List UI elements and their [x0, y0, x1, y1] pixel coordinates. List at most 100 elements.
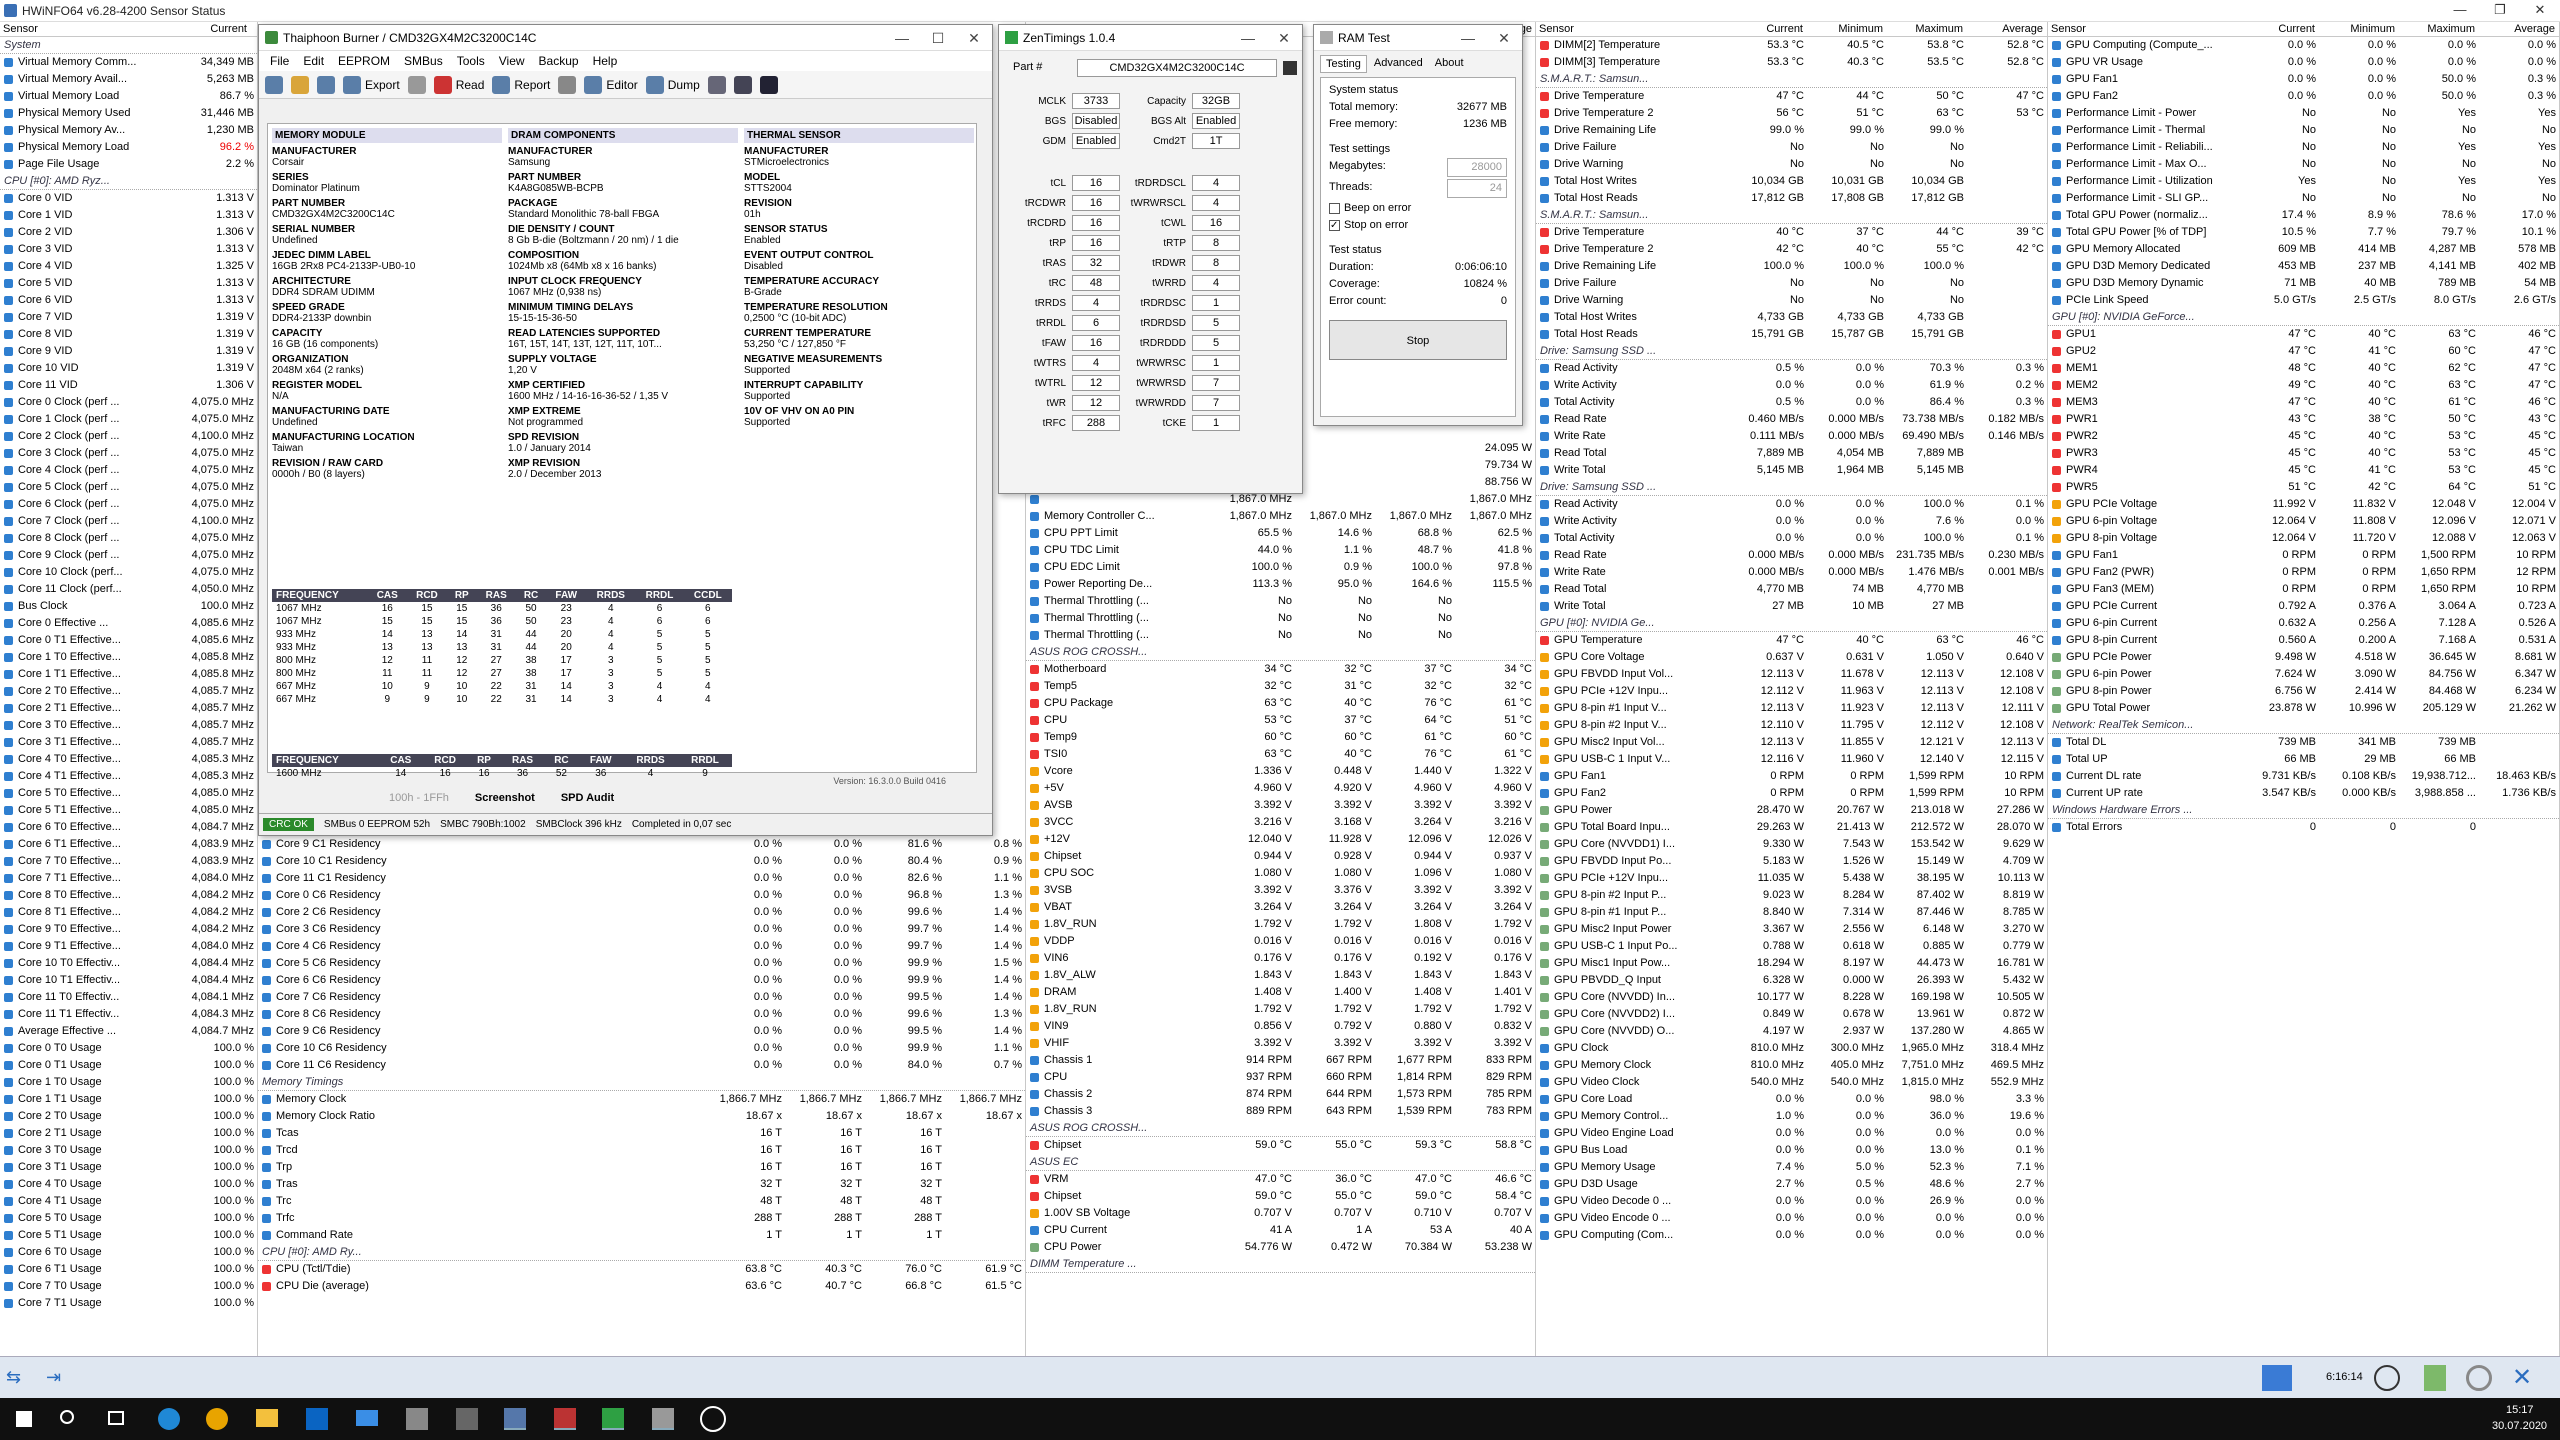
sensor-row[interactable]: GPU PCIe Voltage 11.992 V 11.832 V 12.048 V… — [2048, 496, 2559, 513]
sensor-row[interactable]: AVSB 3.392 V 3.392 V 3.392 V 3.392 V — [1026, 797, 1535, 814]
sensor-row[interactable]: 3VSB 3.392 V 3.376 V 3.392 V 3.392 V — [1026, 882, 1535, 899]
sensor-row[interactable]: Core 2 Clock (perf ... 4,100.0 MHz — [0, 428, 257, 445]
sensor-row[interactable]: CPU Current 41 A1 A 53 A 40 A — [1026, 1222, 1535, 1239]
lock-icon[interactable] — [407, 75, 426, 94]
sensor-row[interactable]: Drive Warning No No No — [1536, 156, 2047, 173]
sensor-row[interactable]: Write Rate 0.111 MB/s 0.000 MB/s 69.490 MB/… — [1536, 428, 2047, 445]
sensor-group-header[interactable]: ASUS ROG CROSSH... — [1026, 1120, 1535, 1137]
sensor-row[interactable]: Chassis 3 889 RPM 643 RPM 1,539 RPM 783 RPM — [1026, 1103, 1535, 1120]
sensor-row[interactable]: GPU Core (NVVDD1) I... 9.330 W 7.543 W 153.… — [1536, 836, 2047, 853]
sensor-row[interactable]: Core 7 T1 Effective... 4,084.0 MHz — [0, 870, 257, 887]
sensor-group-header[interactable]: S.M.A.R.T.: Samsun... — [1536, 71, 2047, 88]
column-header[interactable]: SensorCurrentMinimumMaximumAverage — [1536, 22, 2047, 37]
sensor-row[interactable]: GPU Misc2 Input Power 3.367 W 2.556 W 6.148… — [1536, 921, 2047, 938]
threads-field[interactable]: 24 — [1447, 179, 1507, 198]
sensor-row[interactable]: CPU EDC Limit 100.0 % 0.9 % 100.0 % 97.8 % — [1026, 559, 1535, 576]
sensor-row[interactable]: Core 9 C6 Residency 0.0 % 0.0 % 99.5 % 1.4 % — [258, 1023, 1025, 1040]
chip-icon[interactable] — [733, 75, 752, 94]
sensor-row[interactable]: Core 2 C6 Residency 0.0 % 0.0 % 99.6 % 1.4 % — [258, 904, 1025, 921]
sensor-row[interactable]: Physical Memory Load 96.2 % — [0, 139, 257, 156]
sensor-row[interactable]: Core 10 VID 1.319 V — [0, 360, 257, 377]
sensor-row[interactable]: GPU Fan2 0.0 % 0.0 % 50.0 % 0.3 % — [2048, 88, 2559, 105]
sensor-row[interactable]: Core 8 T1 Effective... 4,084.2 MHz — [0, 904, 257, 921]
sensor-row[interactable]: Core 6 T0 Effective... 4,084.7 MHz — [0, 819, 257, 836]
sensor-row[interactable]: DIMM[2] Temperature 53.3 °C 40.5 °C 53.8 °C… — [1536, 37, 2047, 54]
sensor-row[interactable]: GPU D3D Usage 2.7 % 0.5 % 48.6 % 2.7 % — [1536, 1176, 2047, 1193]
sensor-row[interactable]: GPU 8-pin #1 Input V... 12.113 V 11.923 V1… — [1536, 700, 2047, 717]
sensor-row[interactable]: Total GPU Power (normaliz... 17.4 % 8.9 % 7… — [2048, 207, 2559, 224]
sensor-row[interactable]: PWR4 45 °C 41 °C 53 °C 45 °C — [2048, 462, 2559, 479]
nav-left-icon[interactable]: ⇆ — [6, 1367, 21, 1388]
sensor-row[interactable]: GPU 8-pin #2 Input P... 9.023 W 8.284 W 87.… — [1536, 887, 2047, 904]
sensor-row[interactable]: Chassis 2 874 RPM 644 RPM 1,573 RPM 785 RPM — [1026, 1086, 1535, 1103]
sensor-row[interactable]: GPU USB-C 1 Input Po... 0.788 W 0.618 W 0.8… — [1536, 938, 2047, 955]
sensor-row[interactable]: Core 7 VID 1.319 V — [0, 309, 257, 326]
sensor-row[interactable]: Drive Temperature 2 42 °C 40 °C 55 °C 42 °C — [1536, 241, 2047, 258]
sensor-row[interactable]: Performance Limit - Max O... No No No No — [2048, 156, 2559, 173]
sensor-row[interactable]: Drive Temperature 2 56 °C 51 °C 63 °C 53 °C — [1536, 105, 2047, 122]
sensor-row[interactable]: Core 3 VID 1.313 V — [0, 241, 257, 258]
sensor-row[interactable]: Performance Limit - Thermal No No No No — [2048, 122, 2559, 139]
sensor-row[interactable]: Power Reporting De... 113.3 % 95.0 % 164.6 … — [1026, 576, 1535, 593]
sensor-row[interactable]: GPU Core (NVVDD) In... 10.177 W 8.228 W 169… — [1536, 989, 2047, 1006]
save-icon[interactable] — [317, 75, 335, 94]
hwinfo-task-icon[interactable] — [504, 1408, 526, 1430]
sensor-row[interactable]: Core 7 Clock (perf ... 4,100.0 MHz — [0, 513, 257, 530]
sensor-row[interactable]: Vcore 1.336 V 0.448 V 1.440 V 1.322 V — [1026, 763, 1535, 780]
menu-item[interactable]: Edit — [296, 51, 331, 71]
sensor-row[interactable]: Core 6 C6 Residency 0.0 % 0.0 % 99.9 % 1.4 % — [258, 972, 1025, 989]
sensor-row[interactable]: GPU Core Load 0.0 % 0.0 % 98.0 % 3.3 % — [1536, 1091, 2047, 1108]
chrome-icon[interactable] — [206, 1408, 228, 1430]
sensor-row[interactable]: GPU Video Encode 0 ... 0.0 % 0.0 % 0.0 % 0.0… — [1536, 1210, 2047, 1227]
sensor-row[interactable]: Core 6 Clock (perf ... 4,075.0 MHz — [0, 496, 257, 513]
sensor-row[interactable]: GPU Fan2 (PWR) 0 RPM 0 RPM 1,650 RPM 12 RPM — [2048, 564, 2559, 581]
sensor-row[interactable]: VIN9 0.856 V 0.792 V 0.880 V 0.832 V — [1026, 1018, 1535, 1035]
tab-spd-audit[interactable]: SPD Audit — [551, 789, 624, 809]
sensor-row[interactable]: Core 7 T0 Usage 100.0 % — [0, 1278, 257, 1295]
tab-about[interactable]: About — [1430, 55, 1469, 73]
sensor-row[interactable]: Write Activity 0.0 % 0.0 % 7.6 % 0.0 % — [1536, 513, 2047, 530]
sensor-row[interactable]: Chipset 0.944 V 0.928 V 0.944 V 0.937 V — [1026, 848, 1535, 865]
sensor-group-header[interactable]: DIMM Temperature ... — [1026, 1256, 1535, 1273]
column-header[interactable]: SensorCurrentMinimumMaximumAverage — [2048, 22, 2559, 37]
sensor-row[interactable]: Core 4 T0 Usage 100.0 % — [0, 1176, 257, 1193]
sensor-row[interactable]: Core 9 VID 1.319 V — [0, 343, 257, 360]
sensor-row[interactable]: Core 5 T1 Usage 100.0 % — [0, 1227, 257, 1244]
sensor-row[interactable]: GPU Video Decode 0 ... 0.0 % 0.0 % 26.9 % 0.… — [1536, 1193, 2047, 1210]
sensor-row[interactable]: Core 1 T0 Effective... 4,085.8 MHz — [0, 649, 257, 666]
sensor-row[interactable]: Core 10 C6 Residency 0.0 % 0.0 % 99.9 % 1.1 … — [258, 1040, 1025, 1057]
sensor-row[interactable]: Tcas 16 T 16 T 16 T — [258, 1125, 1025, 1142]
thaiphoon-close-button[interactable]: ✕ — [956, 25, 992, 51]
sensor-row[interactable]: VDDP 0.016 V 0.016 V 0.016 V 0.016 V — [1026, 933, 1535, 950]
sensor-row[interactable]: Core 11 T0 Effectiv... 4,084.1 MHz — [0, 989, 257, 1006]
sensor-row[interactable]: Core 4 T0 Effective... 4,085.3 MHz — [0, 751, 257, 768]
tab-screenshot[interactable]: Screenshot — [465, 789, 545, 809]
menu-item[interactable]: Tools — [450, 51, 492, 71]
sensor-row[interactable]: Write Total 27 MB 10 MB 27 MB — [1536, 598, 2047, 615]
dump-button[interactable]: Dump — [645, 75, 700, 94]
sensor-row[interactable]: Core 5 Clock (perf ... 4,075.0 MHz — [0, 479, 257, 496]
sensor-row[interactable]: Trc 48 T 48 T 48 T — [258, 1193, 1025, 1210]
sensor-row[interactable]: GPU Memory Control... 1.0 % 0.0 % 36.0 % 19.… — [1536, 1108, 2047, 1125]
sensor-row[interactable]: GPU1 47 °C 40 °C 63 °C 46 °C — [2048, 326, 2559, 343]
sensor-row[interactable]: Read Total 7,889 MB 4,054 MB 7,889 MB — [1536, 445, 2047, 462]
sensor-row[interactable]: GPU Video Clock 540.0 MHz 540.0 MHz 1,815.0… — [1536, 1074, 2047, 1091]
sensor-row[interactable]: Core 9 Clock (perf ... 4,075.0 MHz — [0, 547, 257, 564]
sensor-row[interactable]: Chassis 1 914 RPM 667 RPM 1,677 RPM 833 RPM — [1026, 1052, 1535, 1069]
megabytes-field[interactable]: 28000 — [1447, 158, 1507, 177]
sensor-row[interactable]: Memory Clock 1,866.7 MHz 1,866.7 MHz 1,866.… — [258, 1091, 1025, 1108]
sensor-row[interactable]: Core 11 Clock (perf... 4,050.0 MHz — [0, 581, 257, 598]
sensor-row[interactable]: Core 6 T0 Usage 100.0 % — [0, 1244, 257, 1261]
column-header[interactable]: Sensor Current — [0, 22, 257, 37]
sensor-row[interactable]: Core 7 T1 Usage 100.0 % — [0, 1295, 257, 1312]
sensor-row[interactable]: CPU Power 54.776 W 0.472 W 70.384 W 53.238 W — [1026, 1239, 1535, 1256]
sensor-row[interactable]: PWR2 45 °C 40 °C 53 °C 45 °C — [2048, 428, 2559, 445]
thaiphoon-minimize-button[interactable]: — — [884, 25, 920, 51]
sensor-row[interactable]: 1.00V SB Voltage 0.707 V 0.707 V 0.710 V 0.7… — [1026, 1205, 1535, 1222]
sensor-row[interactable]: GPU Core (NVVDD2) I... 0.849 W 0.678 W 13.9… — [1536, 1006, 2047, 1023]
app-task-icon[interactable] — [700, 1406, 726, 1432]
sensor-row[interactable]: MEM2 49 °C 40 °C 63 °C 47 °C — [2048, 377, 2559, 394]
sensor-row[interactable]: Total Host Writes 4,733 GB 4,733 GB 4,733 G… — [1536, 309, 2047, 326]
thaiphoon-maximize-button[interactable]: ☐ — [920, 25, 956, 51]
sensor-row[interactable]: Core 6 T1 Usage 100.0 % — [0, 1261, 257, 1278]
